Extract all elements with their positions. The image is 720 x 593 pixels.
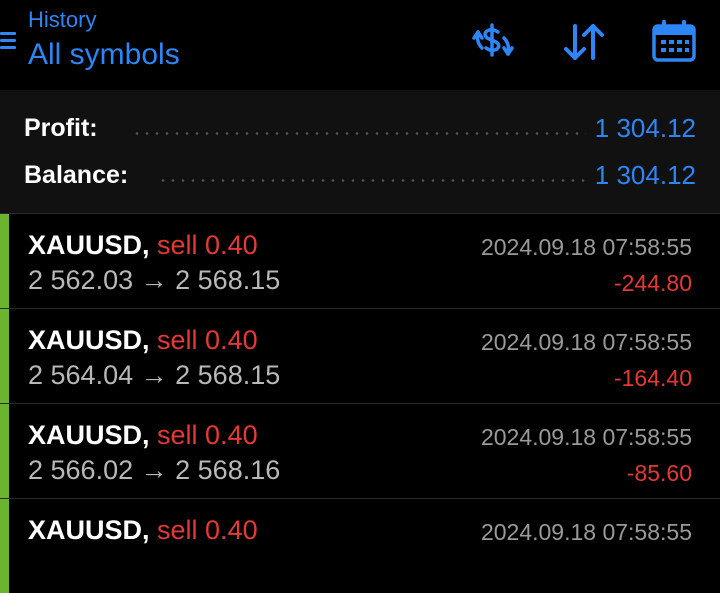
symbol-filter[interactable]: All symbols (28, 38, 180, 72)
deal-row[interactable]: XAUUSD, sell 0.40 2 566.02 → 2 568.16 20… (0, 403, 720, 498)
header-subtitle: History (28, 7, 97, 32)
dotted-leader (132, 132, 586, 135)
deal-symbol-line: XAUUSD, sell 0.40 (28, 230, 258, 261)
deal-side-indicator (0, 309, 9, 403)
deal-symbol: XAUUSD, (28, 325, 150, 355)
deal-time: 2024.09.18 07:58:55 (480, 519, 692, 545)
deal-side-volume: sell 0.40 (157, 420, 258, 450)
deal-open-price: 2 562.03 (28, 265, 134, 295)
sort-icon[interactable] (560, 18, 608, 66)
balance-label: Balance: (24, 161, 129, 189)
profit-value: 1 304.12 (594, 113, 696, 143)
deal-profit: -85.60 (626, 460, 692, 486)
deal-symbol-line: XAUUSD, sell 0.40 (28, 515, 258, 546)
deal-symbol: XAUUSD, (28, 420, 150, 450)
deal-close-price: 2 568.15 (175, 360, 281, 390)
deal-prices: 2 562.03 → 2 568.15 (28, 265, 280, 296)
deal-row[interactable]: XAUUSD, sell 0.40 2 564.04 → 2 568.15 20… (0, 308, 720, 403)
deal-profit: -244.80 (613, 270, 692, 296)
deal-side-indicator (0, 499, 9, 593)
deal-symbol-line: XAUUSD, sell 0.40 (28, 420, 258, 451)
deal-symbol: XAUUSD, (28, 230, 150, 260)
dollar-exchange-icon[interactable] (468, 18, 516, 66)
profit-row: Profit: 1 304.12 (24, 108, 696, 148)
deal-close-price: 2 568.16 (175, 455, 281, 485)
calendar-icon[interactable] (650, 18, 698, 66)
arrow-icon: → (140, 360, 168, 390)
deal-open-price: 2 564.04 (28, 360, 134, 390)
balance-value: 1 304.12 (594, 160, 696, 190)
menu-icon[interactable] (0, 28, 16, 54)
deal-side-volume: sell 0.40 (157, 325, 258, 355)
deal-prices: 2 566.02 → 2 568.16 (28, 455, 280, 486)
deal-close-price: 2 568.15 (175, 265, 281, 295)
deal-side-volume: sell 0.40 (157, 230, 258, 260)
balance-row: Balance: 1 304.12 (24, 155, 696, 195)
deal-row[interactable]: XAUUSD, sell 0.40 2 562.03 → 2 568.15 20… (0, 213, 720, 308)
deal-row[interactable]: XAUUSD, sell 0.40 2024.09.18 07:58:55 (0, 498, 720, 593)
app-header: History All symbols (0, 0, 720, 90)
account-summary: Profit: 1 304.12 Balance: 1 304.12 (0, 90, 720, 213)
deal-open-price: 2 566.02 (28, 455, 134, 485)
arrow-icon: → (140, 455, 168, 485)
deal-side-indicator (0, 404, 9, 498)
deal-side-indicator (0, 214, 9, 308)
deal-symbol-line: XAUUSD, sell 0.40 (28, 325, 258, 356)
deals-list: XAUUSD, sell 0.40 2 562.03 → 2 568.15 20… (0, 213, 720, 593)
deal-profit: -164.40 (613, 365, 692, 391)
deal-time: 2024.09.18 07:58:55 (480, 424, 692, 450)
deal-time: 2024.09.18 07:58:55 (480, 234, 692, 260)
profit-label: Profit: (24, 114, 98, 142)
deal-time: 2024.09.18 07:58:55 (480, 329, 692, 355)
arrow-icon: → (140, 265, 168, 295)
deal-prices: 2 564.04 → 2 568.15 (28, 360, 280, 391)
dotted-leader (158, 179, 586, 182)
